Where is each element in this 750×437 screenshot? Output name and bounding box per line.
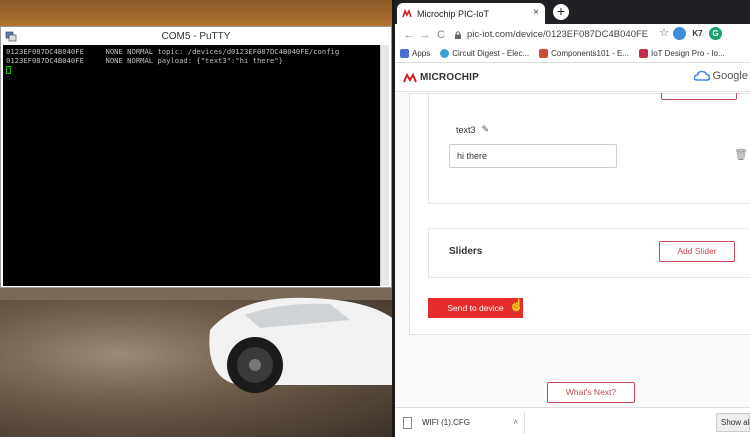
- text-field-label: text3 ✎: [456, 124, 489, 135]
- browser-window[interactable]: Microchip PIC-IoT × + ← → C pic-iot.com/…: [395, 0, 750, 437]
- device-page: text3 ✎ hi there 🗑 Sliders Add Slider Se…: [395, 93, 750, 407]
- putty-terminal[interactable]: 0123EF087DC4B040FE NONE NORMAL topic: /d…: [3, 45, 382, 286]
- tab-bar: Microchip PIC-IoT × +: [395, 0, 750, 24]
- apps-grid-icon: [400, 49, 409, 58]
- google-cloud-logo: Google: [693, 70, 748, 82]
- bookmark-label: IoT Design Pro - Io...: [650, 49, 725, 58]
- bookmark-components101[interactable]: Components101 - E...: [539, 49, 629, 58]
- whats-next-button[interactable]: What's Next?: [547, 382, 635, 403]
- google-label: Google: [712, 70, 748, 82]
- tab-close-icon[interactable]: ×: [533, 7, 539, 18]
- putty-titlebar[interactable]: COM5 - PuTTY: [1, 27, 391, 45]
- text3-input[interactable]: hi there: [449, 144, 617, 168]
- trash-icon[interactable]: 🗑: [734, 148, 748, 161]
- download-bar: WIFI (1).CFG ˄ Show all: [395, 407, 750, 437]
- lock-icon[interactable]: [451, 30, 465, 40]
- device-card: text3 ✎ hi there 🗑 Sliders Add Slider Se…: [409, 93, 750, 335]
- bookmark-star-icon[interactable]: ☆: [659, 26, 669, 39]
- sliders-section: Sliders Add Slider: [428, 228, 750, 278]
- putty-title: COM5 - PuTTY: [161, 30, 231, 42]
- microchip-logo[interactable]: MICROCHIP: [403, 72, 479, 83]
- microchip-favicon-icon: [402, 8, 412, 17]
- iot-design-pro-icon: [638, 49, 648, 58]
- putty-scrollbar[interactable]: [380, 45, 389, 286]
- back-button[interactable]: ←: [401, 29, 417, 41]
- download-item[interactable]: WIFI (1).CFG ˄: [403, 411, 525, 434]
- tab-title: Microchip PIC-IoT: [417, 8, 490, 19]
- address-bar[interactable]: pic-iot.com/device/0123EF087DC4B040FE: [467, 29, 648, 40]
- mouse-pointer-icon: ☝: [509, 298, 524, 312]
- car-image: [209, 297, 395, 393]
- google-cloud-icon: [693, 70, 710, 81]
- microchip-logo-icon: [403, 72, 417, 82]
- file-icon: [403, 416, 412, 429]
- bookmark-label: Apps: [412, 49, 431, 58]
- field-name: text3: [456, 124, 476, 135]
- bookmark-iot-design-pro[interactable]: IoT Design Pro - Io...: [638, 49, 725, 58]
- brand-name: MICROCHIP: [420, 72, 480, 83]
- reload-button[interactable]: C: [433, 29, 449, 41]
- circuit-digest-icon: [440, 49, 450, 58]
- bookmark-apps[interactable]: Apps: [400, 49, 430, 58]
- components101-icon: [539, 49, 549, 58]
- sliders-title: Sliders: [449, 246, 483, 257]
- site-header: MICROCHIP Google: [395, 64, 750, 92]
- text-field-block: text3 ✎ hi there 🗑: [428, 93, 750, 204]
- bookmark-label: Components101 - E...: [551, 49, 629, 58]
- terminal-line: 0123EF087DC4B040FE NONE NORMAL topic: /d…: [6, 47, 340, 56]
- show-all-button[interactable]: Show all: [716, 413, 750, 432]
- tab-microchip[interactable]: Microchip PIC-IoT ×: [397, 3, 545, 24]
- terminal-line: 0123EF087DC4B040FE NONE NORMAL payload: …: [6, 56, 283, 65]
- download-filename: WIFI (1).CFG: [422, 418, 470, 427]
- grammarly-extension-icon[interactable]: G: [709, 27, 722, 40]
- new-tab-button[interactable]: +: [553, 4, 569, 20]
- forward-button[interactable]: →: [417, 29, 433, 41]
- add-text-button[interactable]: [661, 93, 737, 100]
- chevron-up-icon[interactable]: ˄: [513, 418, 518, 427]
- k7-extension-icon[interactable]: K7: [691, 27, 704, 40]
- bookmark-label: Circuit Digest - Elec...: [452, 49, 530, 58]
- terminal-cursor: [6, 66, 11, 74]
- edit-icon[interactable]: ✎: [482, 124, 490, 135]
- profile-extension-icon[interactable]: [673, 27, 686, 40]
- add-slider-button[interactable]: Add Slider: [659, 241, 735, 262]
- bookmarks-bar: Apps Circuit Digest - Elec... Components…: [395, 45, 750, 63]
- putty-window[interactable]: COM5 - PuTTY 0123EF087DC4B040FE NONE NOR…: [0, 26, 392, 288]
- bookmark-circuit-digest[interactable]: Circuit Digest - Elec...: [440, 49, 529, 58]
